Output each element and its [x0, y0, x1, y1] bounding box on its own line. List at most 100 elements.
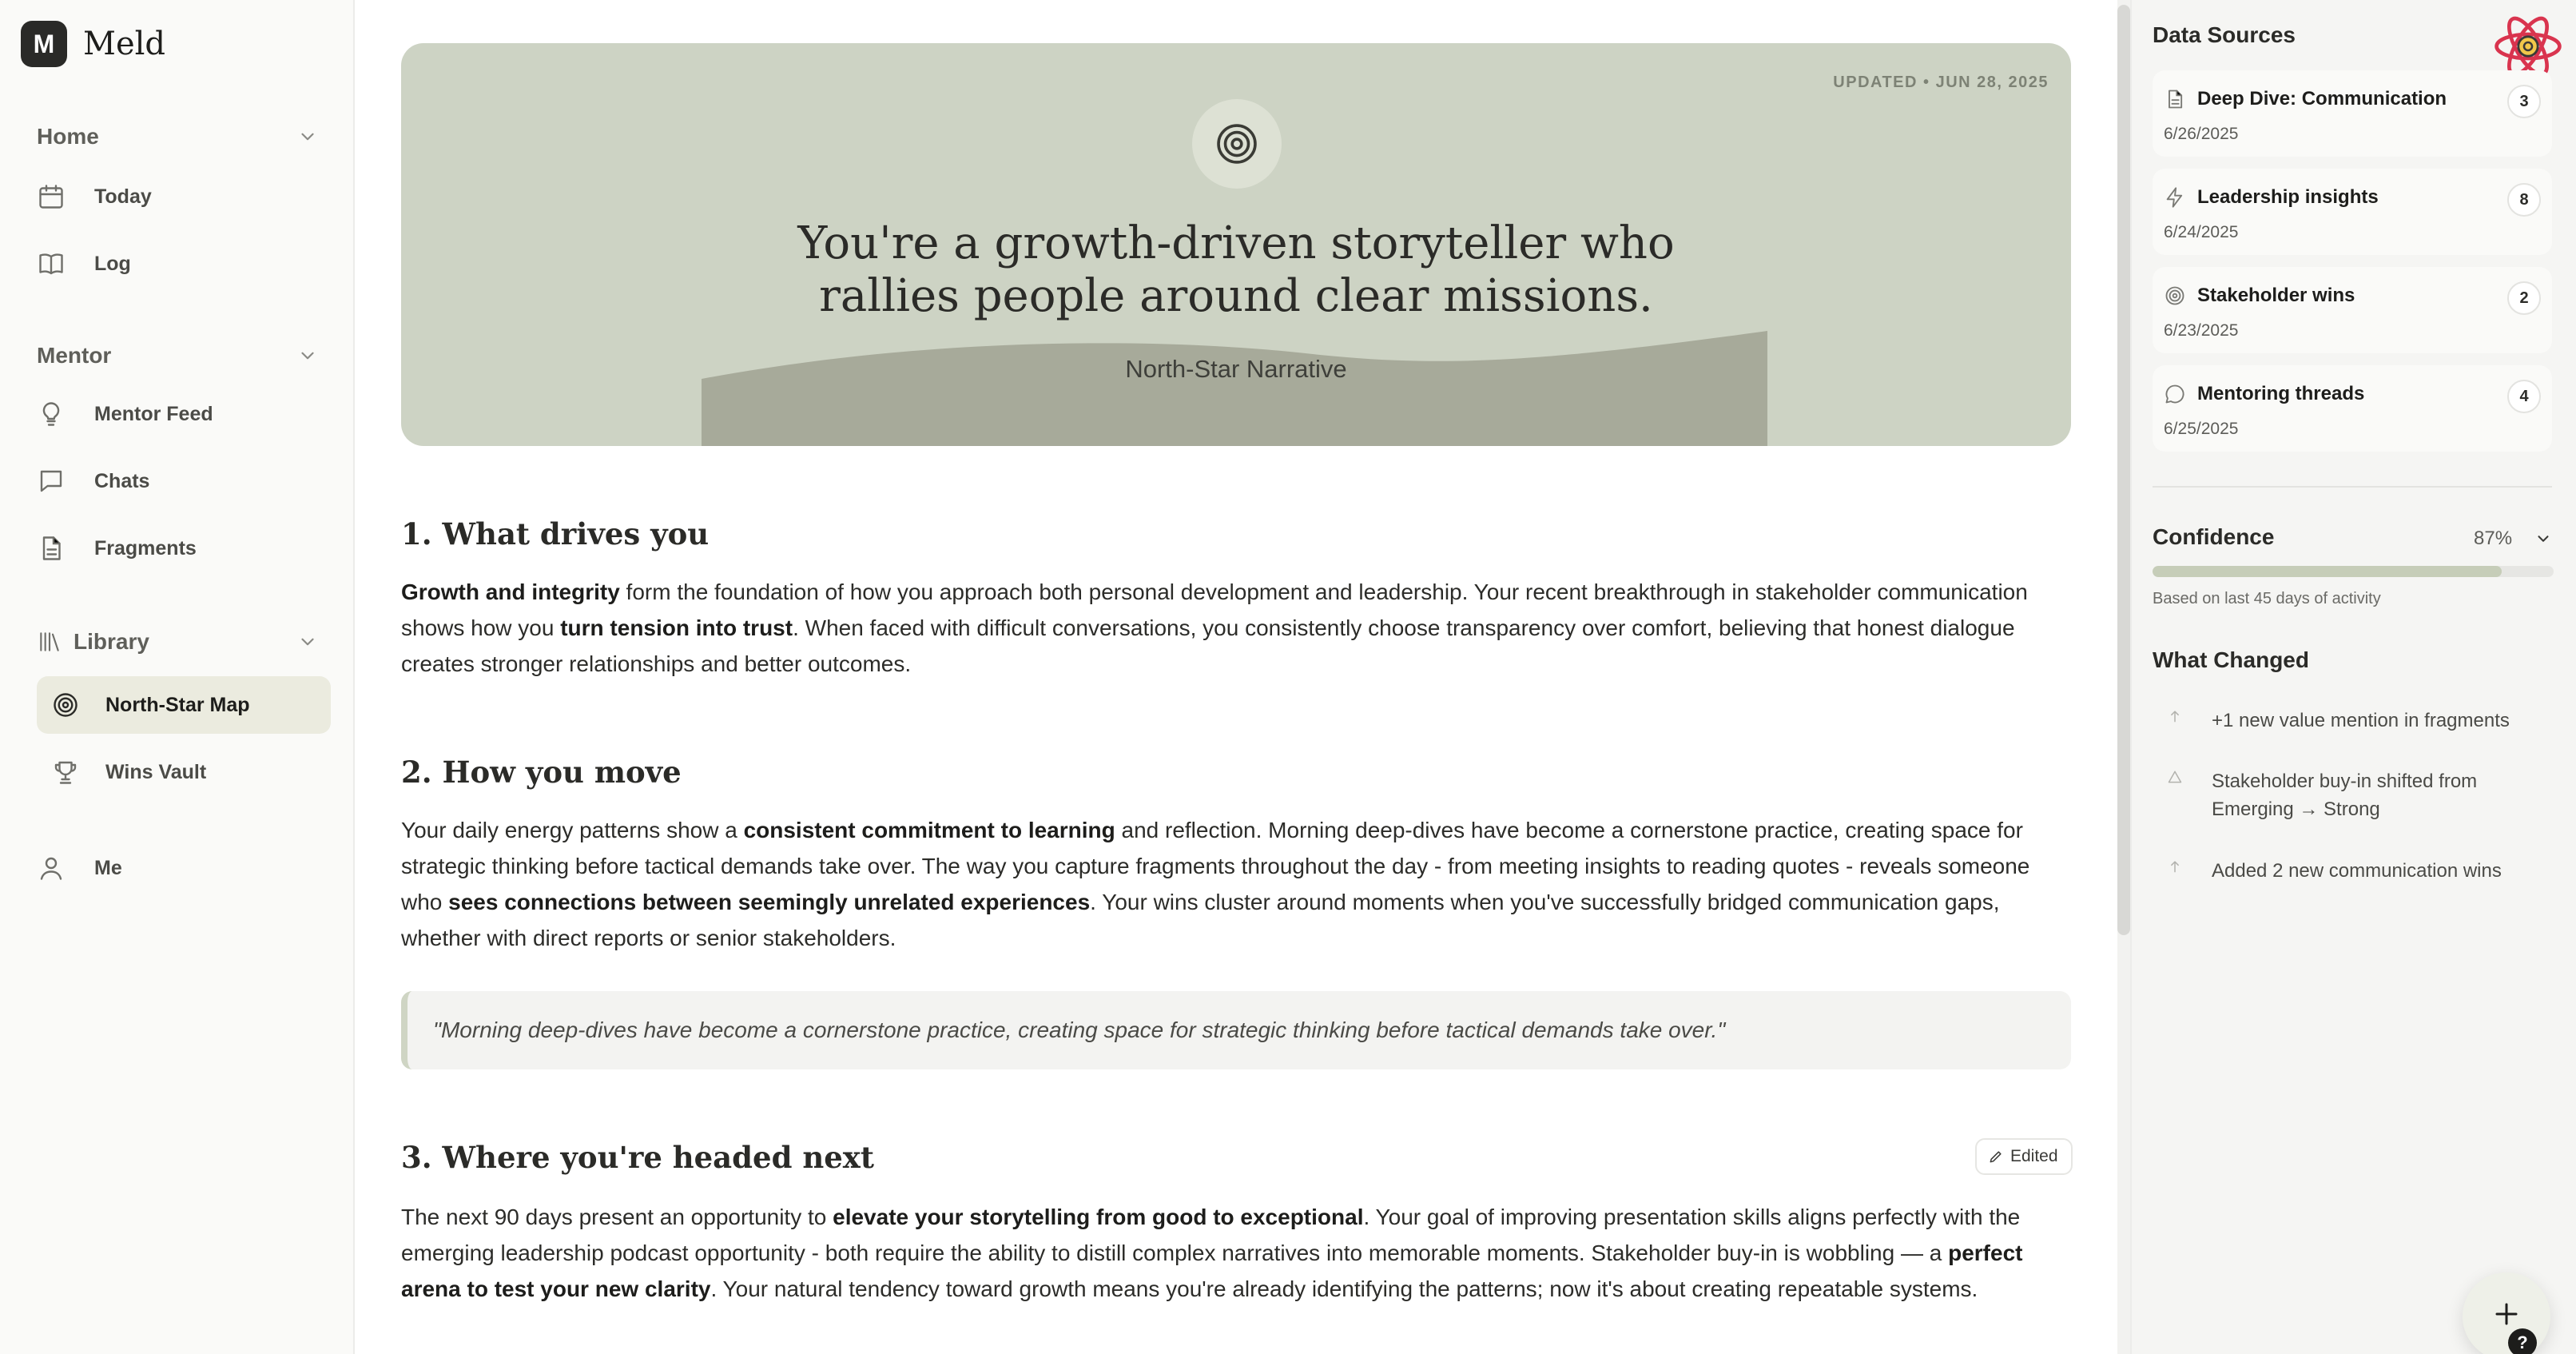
hero-title-line-2: rallies people around clear missions. [819, 270, 1653, 322]
panel-divider [2153, 486, 2552, 488]
sidebar-item-me[interactable]: Me [37, 839, 331, 897]
pencil-icon [1990, 1151, 2002, 1163]
emphasis-text: Growth and integrity [401, 579, 620, 604]
sidebar-item-label: Mentor Feed [94, 402, 213, 425]
data-source-name: Mentoring threads [2197, 383, 2365, 404]
sidebar-item-mentor-feed[interactable]: Mentor Feed [37, 385, 331, 443]
section-mentor[interactable]: Mentor [37, 336, 318, 376]
hero-title: You're a growth-driven storyteller who r… [677, 217, 1795, 323]
chevron-down-icon [301, 133, 314, 141]
hero-title-line-1: You're a growth-driven storyteller who [797, 217, 1675, 269]
data-source-card[interactable]: Stakeholder wins 6/23/2025 2 [2153, 267, 2552, 353]
sidebar-item-label: Chats [94, 469, 150, 492]
emphasis-text: elevate your storytelling from good to e… [833, 1205, 1364, 1229]
data-sources-title: Data Sources [2153, 22, 2296, 47]
what-changed-text: +1 new value mention in fragments [2212, 710, 2510, 731]
section-mentor-label: Mentor [37, 343, 112, 368]
edited-label: Edited [2010, 1147, 2058, 1165]
sidebar-item-label: Log [94, 252, 131, 275]
lightning-icon [2166, 187, 2183, 208]
target-icon [1217, 124, 1257, 164]
sidebar-item-fragments[interactable]: Fragments [37, 520, 331, 577]
chat-icon [2165, 384, 2184, 404]
what-changed-text: Stakeholder buy-in shifted from Emerging… [2212, 771, 2478, 820]
sidebar: M Meld Home Today Log Mentor Mentor Feed… [0, 0, 355, 1354]
library-icon [40, 632, 59, 651]
react-devtools-icon[interactable] [2494, 14, 2562, 78]
section-library-label: Library [74, 629, 149, 654]
scrollbar-thumb[interactable] [2117, 5, 2130, 935]
brand[interactable]: M Meld [21, 21, 165, 67]
sidebar-item-log[interactable]: Log [37, 235, 331, 293]
target-icon [54, 693, 78, 717]
sidebar-item-today[interactable]: Today [37, 168, 331, 225]
data-source-card[interactable]: Deep Dive: Communication 6/26/2025 3 [2153, 70, 2552, 157]
user-icon [40, 857, 62, 880]
app-logo: M [21, 21, 67, 67]
document-icon [42, 536, 61, 560]
data-source-card[interactable]: Leadership insights 6/24/2025 8 [2153, 169, 2552, 255]
data-source-count: 4 [2507, 380, 2541, 413]
confidence-note: Based on last 45 days of activity [2153, 590, 2381, 607]
what-changed-item: +1 new value mention in fragments [2153, 707, 2552, 739]
data-source-date: 6/25/2025 [2164, 420, 2239, 438]
chevron-down-icon[interactable] [2534, 530, 2552, 548]
sidebar-item-label: Wins Vault [105, 760, 207, 783]
add-button[interactable] [2463, 1272, 2550, 1354]
emphasis-text: sees connections between seemingly unrel… [448, 890, 1091, 914]
what-changed-text: Added 2 new communication wins [2212, 860, 2502, 882]
edited-chip[interactable]: Edited [1975, 1138, 2073, 1175]
confidence-value: 87% [2474, 528, 2513, 549]
what-changed-title: What Changed [2153, 647, 2309, 672]
emphasis-text: turn tension into trust [560, 615, 793, 640]
hero-target-badge [1192, 99, 1282, 189]
main-content[interactable]: UPDATED • JUN 28, 2025 You're a growth-d… [356, 0, 2117, 1354]
section-paragraph-move: Your daily energy patterns show a consis… [401, 818, 2030, 950]
sidebar-item-label: Today [94, 185, 152, 208]
what-changed-item: Added 2 new communication wins [2153, 857, 2552, 889]
section-paragraph-next: The next 90 days present an opportunity … [401, 1205, 2023, 1301]
confidence-bar [2153, 566, 2554, 577]
sidebar-item-chats[interactable]: Chats [37, 452, 331, 510]
arrow-up-icon [2171, 861, 2179, 873]
data-source-card[interactable]: Mentoring threads 6/25/2025 4 [2153, 365, 2552, 452]
section-home[interactable]: Home [37, 117, 318, 157]
chevron-down-icon [301, 638, 314, 646]
data-source-name: Stakeholder wins [2197, 285, 2355, 306]
data-source-name: Leadership insights [2197, 186, 2379, 208]
data-source-count: 8 [2507, 183, 2541, 217]
sidebar-item-label: Me [94, 856, 122, 879]
arrow-up-icon [2171, 711, 2179, 723]
data-source-count: 3 [2507, 85, 2541, 118]
data-source-count: 2 [2507, 281, 2541, 315]
sidebar-item-label: North-Star Map [105, 693, 250, 716]
section-paragraph-drives: Growth and integrity form the foundation… [401, 579, 2028, 676]
app-name: Meld [83, 26, 166, 62]
emphasis-text: perfect arena to test your new clarity [401, 1241, 2023, 1301]
section-library-head: Library [37, 629, 149, 655]
confidence-label: Confidence [2153, 524, 2275, 549]
pull-quote: "Morning deep-dives have become a corner… [401, 991, 2071, 1069]
hero-banner: UPDATED • JUN 28, 2025 You're a growth-d… [401, 43, 2071, 446]
help-button[interactable]: ? [2508, 1328, 2537, 1354]
sidebar-item-label: Fragments [94, 536, 197, 560]
sidebar-item-wins-vault[interactable]: Wins Vault [37, 743, 331, 801]
hero-subtitle: North-Star Narrative [1125, 355, 1347, 383]
data-source-date: 6/26/2025 [2164, 125, 2239, 143]
what-changed-item: Stakeholder buy-in shifted from Emerging… [2153, 767, 2552, 825]
book-icon [39, 253, 63, 275]
section-library[interactable]: Library [37, 622, 318, 662]
plus-icon [2495, 1303, 2518, 1325]
trophy-icon [54, 761, 77, 784]
section-heading-drives: 1. What drives you [401, 516, 710, 552]
insights-panel: Data Sources Deep Dive: Communication 6/… [2130, 0, 2576, 1354]
chevron-down-icon [301, 352, 314, 360]
data-source-date: 6/24/2025 [2164, 223, 2239, 241]
triangle-icon [2168, 771, 2182, 783]
chat-icon [40, 470, 62, 492]
document-icon [2169, 90, 2183, 109]
sidebar-item-north-star-map[interactable]: North-Star Map [37, 676, 331, 734]
data-source-name: Deep Dive: Communication [2197, 88, 2447, 110]
data-source-date: 6/23/2025 [2164, 321, 2239, 340]
section-home-label: Home [37, 124, 99, 149]
